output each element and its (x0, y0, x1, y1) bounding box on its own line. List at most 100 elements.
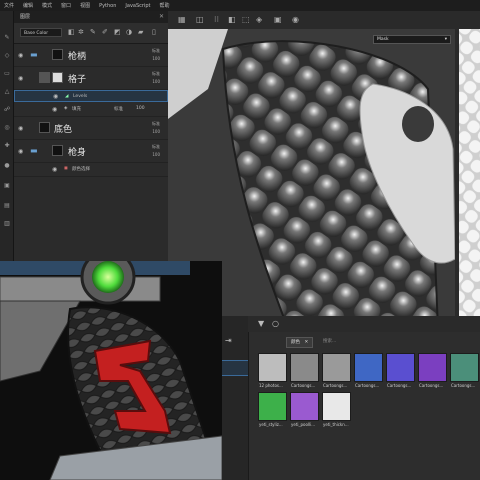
effect-name[interactable]: 颜色选择 (72, 166, 90, 172)
trash-icon[interactable]: ▯ (152, 28, 156, 36)
effect-row[interactable]: ◉ ◼ 颜色选择 (14, 163, 168, 177)
asset-thumbnail[interactable] (386, 353, 415, 382)
menu-view[interactable]: 视图 (80, 2, 90, 9)
asset-label: Cartoongs... (291, 383, 316, 388)
effect-name[interactable]: Levels (73, 94, 87, 99)
grid-icon[interactable]: ▦ (178, 15, 186, 24)
viewport-toolbar: ▦ ◫ ⁝⁝ ◧ ⬚ ◈ ▣ ◉ (168, 11, 480, 30)
import-icon[interactable]: ⇥ (225, 336, 232, 345)
paint-brush-icon[interactable]: ✎ (3, 33, 11, 41)
mask-icon[interactable]: ◧ (68, 28, 75, 36)
dots-icon[interactable]: ⁝⁝ (214, 15, 219, 24)
image-icon[interactable]: ▤ (3, 201, 11, 209)
close-icon[interactable]: ✕ (304, 340, 308, 345)
eye-icon[interactable]: ◉ (18, 52, 23, 59)
asset-thumbnail[interactable] (450, 353, 479, 382)
paint-layer-icon[interactable]: ✎ (90, 28, 96, 36)
menu-python[interactable]: Python (99, 3, 116, 9)
split-view-icon[interactable]: ◧ (228, 15, 236, 24)
add-mask-icon[interactable]: ◑ (126, 28, 132, 36)
circle-icon[interactable]: ○ (272, 319, 279, 328)
tool-bar: ✎ ◇ ▭ △ ☍ ◎ ✚ ● ▣ ▤ ▥ (0, 11, 14, 261)
smudge-icon[interactable]: ☍ (3, 105, 11, 113)
effect-icon[interactable]: ✐ (102, 28, 108, 36)
chevron-down-icon: ▾ (444, 37, 447, 42)
menu-edit[interactable]: 编辑 (23, 2, 33, 9)
eye-icon[interactable]: ◉ (52, 166, 57, 173)
folder-icon[interactable]: ▰ (138, 28, 143, 36)
layer-name[interactable]: 格子 (68, 72, 86, 85)
effect-name[interactable]: 填充 (72, 106, 81, 112)
opacity-value[interactable]: 100 (152, 56, 160, 61)
document-icon[interactable]: ▥ (3, 219, 11, 227)
layer-thumbnail (52, 145, 63, 156)
menu-help[interactable]: 帮助 (160, 2, 170, 9)
channel-select[interactable]: Base Color (20, 28, 62, 37)
layer-row[interactable]: ◉ ▬ 枪身 标准 100 (14, 140, 168, 163)
layer-row[interactable]: ◉ 底色 标准 100 (14, 117, 168, 140)
asset-label: Cartoongs... (451, 383, 476, 388)
layer-thumbnail (39, 72, 50, 83)
fill-layer-icon[interactable]: ◩ (114, 28, 121, 36)
asset-thumbnail[interactable] (322, 392, 351, 421)
effect-row[interactable]: ◉ ◈ 填充 标准 100 (14, 103, 168, 117)
lighting-icon[interactable]: ◉ (292, 15, 299, 24)
asset-thumbnail[interactable] (290, 353, 319, 382)
shelf-search-input[interactable]: 搜索... (323, 338, 336, 344)
asset-label: 12 photos... (259, 383, 283, 388)
asset-thumbnail[interactable] (322, 353, 351, 382)
picker-icon[interactable]: ✚ (3, 141, 11, 149)
eye-icon[interactable]: ◉ (52, 106, 57, 113)
menu-mode[interactable]: 模式 (42, 2, 52, 9)
asset-thumbnail[interactable] (354, 353, 383, 382)
opacity-value[interactable]: 100 (152, 79, 160, 84)
camera-icon[interactable]: ▣ (3, 181, 11, 189)
eye-icon[interactable]: ◉ (18, 75, 23, 82)
camera-icon[interactable]: ▣ (274, 15, 282, 24)
render-icon[interactable]: ◈ (256, 15, 262, 24)
opacity-value[interactable]: 100 (152, 129, 160, 134)
layer-name[interactable]: 枪身 (68, 145, 86, 158)
opacity-value[interactable]: 100 (136, 106, 145, 111)
blend-mode[interactable]: 标准 (152, 71, 160, 77)
effect-row[interactable]: ◉ ◢ Levels (14, 90, 168, 102)
eye-icon[interactable]: ◉ (18, 125, 23, 132)
mask-thumbnail (52, 72, 63, 83)
opacity-value[interactable]: 100 (152, 152, 160, 157)
menu-window[interactable]: 窗口 (61, 2, 71, 9)
asset-thumbnail[interactable] (418, 353, 447, 382)
layout-icon[interactable]: ◫ (196, 15, 204, 24)
uv-view[interactable] (455, 29, 480, 329)
eraser-icon[interactable]: ◇ (3, 51, 11, 59)
close-icon[interactable]: ✕ (159, 13, 164, 20)
blend-mode[interactable]: 标准 (152, 121, 160, 127)
polygon-fill-icon[interactable]: △ (3, 87, 11, 95)
layer-row[interactable]: ◉ ▬ 枪柄 标准 100 (14, 44, 168, 67)
layer-name[interactable]: 底色 (54, 122, 72, 135)
shelf-category-selected[interactable] (222, 360, 248, 376)
projection-icon[interactable]: ▭ (3, 69, 11, 77)
gear-icon[interactable]: ✲ (78, 28, 84, 36)
asset-thumbnail[interactable] (290, 392, 319, 421)
filter-tag[interactable]: 颜色 ✕ (286, 337, 314, 348)
menu-javascript[interactable]: JavaScript (125, 3, 150, 9)
filter-icon[interactable]: ▼ (258, 319, 264, 328)
view-2d[interactable] (0, 261, 222, 480)
clone-icon[interactable]: ◎ (3, 123, 11, 131)
blend-mode[interactable]: 标准 (152, 48, 160, 54)
sphere-icon[interactable]: ● (3, 161, 11, 169)
eye-icon[interactable]: ◉ (53, 93, 58, 100)
menu-file[interactable]: 文件 (4, 2, 14, 9)
asset-thumbnail[interactable] (258, 392, 287, 421)
blend-mode[interactable]: 标准 (152, 144, 160, 150)
blend-mode[interactable]: 标准 (114, 106, 123, 112)
layer-thumbnail (52, 49, 63, 60)
layer-row[interactable]: ◉ 格子 标准 100 (14, 67, 168, 90)
viewport-mode-select[interactable]: Mask ▾ (373, 35, 451, 44)
layer-name[interactable]: 枪柄 (68, 49, 86, 62)
menu-bar: 文件 编辑 模式 窗口 视图 Python JavaScript 帮助 (0, 0, 480, 11)
asset-thumbnail[interactable] (258, 353, 287, 382)
asset-label: yeti_poolli... (291, 422, 316, 427)
cube-icon[interactable]: ⬚ (242, 15, 250, 24)
eye-icon[interactable]: ◉ (18, 148, 23, 155)
